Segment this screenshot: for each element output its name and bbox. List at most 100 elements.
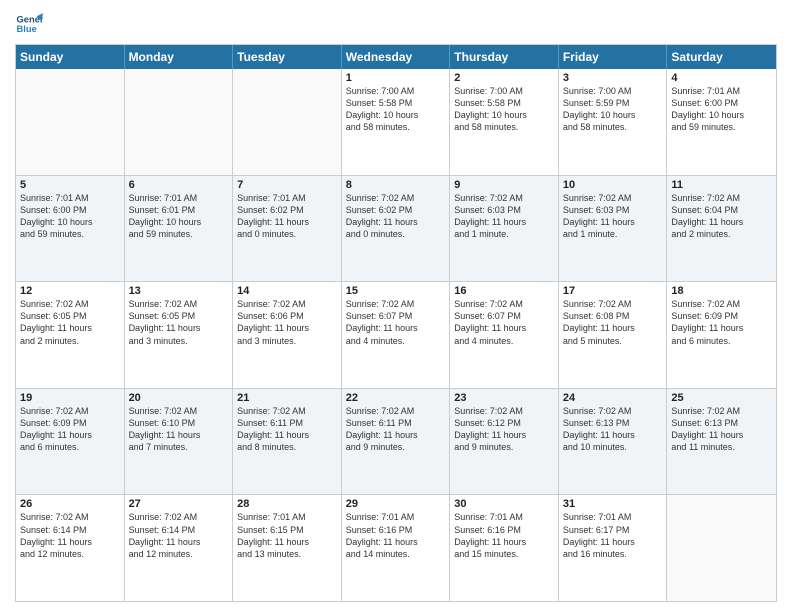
day-cell-22: 22Sunrise: 7:02 AMSunset: 6:11 PMDayligh…	[342, 389, 451, 495]
day-number: 14	[237, 285, 337, 297]
day-info: Sunrise: 7:02 AMSunset: 6:07 PMDaylight:…	[454, 298, 554, 347]
day-number: 25	[671, 392, 772, 404]
logo-icon: General Blue	[15, 10, 43, 38]
day-info: Sunrise: 7:00 AMSunset: 5:58 PMDaylight:…	[454, 85, 554, 134]
day-number: 2	[454, 72, 554, 84]
day-cell-13: 13Sunrise: 7:02 AMSunset: 6:05 PMDayligh…	[125, 282, 234, 388]
day-info: Sunrise: 7:02 AMSunset: 6:03 PMDaylight:…	[454, 192, 554, 241]
day-cell-26: 26Sunrise: 7:02 AMSunset: 6:14 PMDayligh…	[16, 495, 125, 601]
day-info: Sunrise: 7:02 AMSunset: 6:14 PMDaylight:…	[129, 511, 229, 560]
day-info: Sunrise: 7:01 AMSunset: 6:01 PMDaylight:…	[129, 192, 229, 241]
week-row-1: 1Sunrise: 7:00 AMSunset: 5:58 PMDaylight…	[16, 69, 776, 175]
day-info: Sunrise: 7:02 AMSunset: 6:06 PMDaylight:…	[237, 298, 337, 347]
empty-cell	[233, 69, 342, 175]
header-day-sunday: Sunday	[16, 45, 125, 69]
day-info: Sunrise: 7:01 AMSunset: 6:15 PMDaylight:…	[237, 511, 337, 560]
day-info: Sunrise: 7:02 AMSunset: 6:04 PMDaylight:…	[671, 192, 772, 241]
day-number: 3	[563, 72, 663, 84]
day-cell-16: 16Sunrise: 7:02 AMSunset: 6:07 PMDayligh…	[450, 282, 559, 388]
day-number: 27	[129, 498, 229, 510]
day-info: Sunrise: 7:02 AMSunset: 6:11 PMDaylight:…	[346, 405, 446, 454]
day-cell-9: 9Sunrise: 7:02 AMSunset: 6:03 PMDaylight…	[450, 176, 559, 282]
day-number: 21	[237, 392, 337, 404]
header: General Blue	[15, 10, 777, 38]
day-number: 1	[346, 72, 446, 84]
day-info: Sunrise: 7:01 AMSunset: 6:16 PMDaylight:…	[454, 511, 554, 560]
day-info: Sunrise: 7:02 AMSunset: 6:13 PMDaylight:…	[563, 405, 663, 454]
day-cell-19: 19Sunrise: 7:02 AMSunset: 6:09 PMDayligh…	[16, 389, 125, 495]
day-cell-6: 6Sunrise: 7:01 AMSunset: 6:01 PMDaylight…	[125, 176, 234, 282]
day-cell-4: 4Sunrise: 7:01 AMSunset: 6:00 PMDaylight…	[667, 69, 776, 175]
header-day-thursday: Thursday	[450, 45, 559, 69]
page: General Blue SundayMondayTuesdayWednesda…	[0, 0, 792, 612]
week-row-5: 26Sunrise: 7:02 AMSunset: 6:14 PMDayligh…	[16, 494, 776, 601]
day-info: Sunrise: 7:01 AMSunset: 6:17 PMDaylight:…	[563, 511, 663, 560]
day-cell-11: 11Sunrise: 7:02 AMSunset: 6:04 PMDayligh…	[667, 176, 776, 282]
day-number: 7	[237, 179, 337, 191]
week-row-3: 12Sunrise: 7:02 AMSunset: 6:05 PMDayligh…	[16, 281, 776, 388]
day-cell-7: 7Sunrise: 7:01 AMSunset: 6:02 PMDaylight…	[233, 176, 342, 282]
day-cell-5: 5Sunrise: 7:01 AMSunset: 6:00 PMDaylight…	[16, 176, 125, 282]
day-number: 12	[20, 285, 120, 297]
day-cell-18: 18Sunrise: 7:02 AMSunset: 6:09 PMDayligh…	[667, 282, 776, 388]
day-number: 26	[20, 498, 120, 510]
day-info: Sunrise: 7:02 AMSunset: 6:13 PMDaylight:…	[671, 405, 772, 454]
day-number: 10	[563, 179, 663, 191]
week-row-4: 19Sunrise: 7:02 AMSunset: 6:09 PMDayligh…	[16, 388, 776, 495]
svg-text:Blue: Blue	[17, 24, 37, 34]
day-number: 16	[454, 285, 554, 297]
day-cell-14: 14Sunrise: 7:02 AMSunset: 6:06 PMDayligh…	[233, 282, 342, 388]
day-number: 15	[346, 285, 446, 297]
day-cell-24: 24Sunrise: 7:02 AMSunset: 6:13 PMDayligh…	[559, 389, 668, 495]
day-number: 29	[346, 498, 446, 510]
calendar: SundayMondayTuesdayWednesdayThursdayFrid…	[15, 44, 777, 602]
day-info: Sunrise: 7:02 AMSunset: 6:09 PMDaylight:…	[671, 298, 772, 347]
day-info: Sunrise: 7:02 AMSunset: 6:05 PMDaylight:…	[20, 298, 120, 347]
day-number: 23	[454, 392, 554, 404]
day-number: 13	[129, 285, 229, 297]
day-cell-17: 17Sunrise: 7:02 AMSunset: 6:08 PMDayligh…	[559, 282, 668, 388]
header-day-wednesday: Wednesday	[342, 45, 451, 69]
day-cell-28: 28Sunrise: 7:01 AMSunset: 6:15 PMDayligh…	[233, 495, 342, 601]
empty-cell	[667, 495, 776, 601]
empty-cell	[16, 69, 125, 175]
day-cell-25: 25Sunrise: 7:02 AMSunset: 6:13 PMDayligh…	[667, 389, 776, 495]
day-info: Sunrise: 7:02 AMSunset: 6:11 PMDaylight:…	[237, 405, 337, 454]
day-info: Sunrise: 7:01 AMSunset: 6:00 PMDaylight:…	[20, 192, 120, 241]
calendar-body: 1Sunrise: 7:00 AMSunset: 5:58 PMDaylight…	[16, 69, 776, 601]
day-cell-21: 21Sunrise: 7:02 AMSunset: 6:11 PMDayligh…	[233, 389, 342, 495]
day-number: 5	[20, 179, 120, 191]
day-info: Sunrise: 7:02 AMSunset: 6:05 PMDaylight:…	[129, 298, 229, 347]
day-number: 22	[346, 392, 446, 404]
day-info: Sunrise: 7:01 AMSunset: 6:02 PMDaylight:…	[237, 192, 337, 241]
day-cell-2: 2Sunrise: 7:00 AMSunset: 5:58 PMDaylight…	[450, 69, 559, 175]
day-number: 9	[454, 179, 554, 191]
day-info: Sunrise: 7:01 AMSunset: 6:16 PMDaylight:…	[346, 511, 446, 560]
day-number: 18	[671, 285, 772, 297]
day-number: 30	[454, 498, 554, 510]
day-number: 24	[563, 392, 663, 404]
header-day-saturday: Saturday	[667, 45, 776, 69]
day-number: 19	[20, 392, 120, 404]
day-info: Sunrise: 7:00 AMSunset: 5:58 PMDaylight:…	[346, 85, 446, 134]
day-number: 17	[563, 285, 663, 297]
day-number: 28	[237, 498, 337, 510]
day-cell-8: 8Sunrise: 7:02 AMSunset: 6:02 PMDaylight…	[342, 176, 451, 282]
empty-cell	[125, 69, 234, 175]
day-cell-1: 1Sunrise: 7:00 AMSunset: 5:58 PMDaylight…	[342, 69, 451, 175]
day-info: Sunrise: 7:02 AMSunset: 6:08 PMDaylight:…	[563, 298, 663, 347]
header-day-monday: Monday	[125, 45, 234, 69]
calendar-header: SundayMondayTuesdayWednesdayThursdayFrid…	[16, 45, 776, 69]
day-info: Sunrise: 7:02 AMSunset: 6:02 PMDaylight:…	[346, 192, 446, 241]
day-info: Sunrise: 7:02 AMSunset: 6:14 PMDaylight:…	[20, 511, 120, 560]
day-info: Sunrise: 7:02 AMSunset: 6:12 PMDaylight:…	[454, 405, 554, 454]
day-cell-27: 27Sunrise: 7:02 AMSunset: 6:14 PMDayligh…	[125, 495, 234, 601]
day-cell-10: 10Sunrise: 7:02 AMSunset: 6:03 PMDayligh…	[559, 176, 668, 282]
day-cell-30: 30Sunrise: 7:01 AMSunset: 6:16 PMDayligh…	[450, 495, 559, 601]
header-day-tuesday: Tuesday	[233, 45, 342, 69]
day-number: 4	[671, 72, 772, 84]
day-cell-20: 20Sunrise: 7:02 AMSunset: 6:10 PMDayligh…	[125, 389, 234, 495]
day-cell-31: 31Sunrise: 7:01 AMSunset: 6:17 PMDayligh…	[559, 495, 668, 601]
day-number: 20	[129, 392, 229, 404]
day-number: 31	[563, 498, 663, 510]
